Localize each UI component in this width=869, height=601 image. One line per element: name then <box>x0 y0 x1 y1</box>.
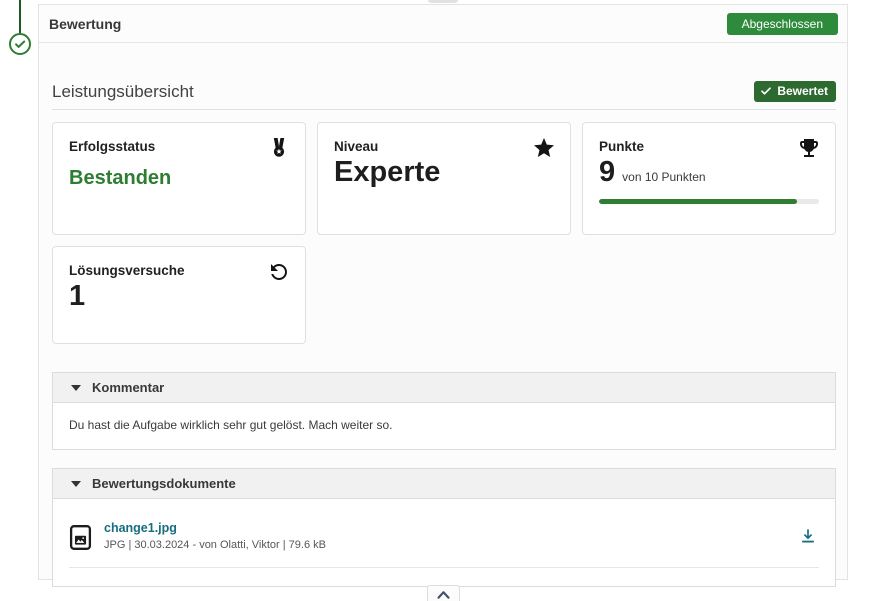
comment-text: Du hast die Aufgabe wirklich sehr gut ge… <box>53 403 835 449</box>
section-head: Leistungsübersicht Bewertet <box>52 81 836 110</box>
rated-badge-label: Bewertet <box>777 84 828 98</box>
points-progress-fill <box>599 199 797 204</box>
card-label: Lösungsversuche <box>69 263 289 278</box>
star-icon <box>532 136 556 160</box>
status-badge: Abgeschlossen <box>727 13 838 35</box>
comment-expansion-header[interactable]: Kommentar <box>52 372 836 403</box>
check-icon <box>760 85 772 97</box>
section-title: Leistungsübersicht <box>52 82 194 102</box>
chevron-up-icon <box>437 590 450 599</box>
trophy-icon <box>797 136 821 160</box>
documents-expansion: Bewertungsdokumente <box>52 468 836 587</box>
scroll-button-partial[interactable] <box>428 0 458 3</box>
attempts-value: 1 <box>69 280 289 313</box>
scroll-top-button[interactable] <box>427 585 460 601</box>
medal-icon <box>267 136 291 160</box>
card-erfolgsstatus: Erfolgsstatus Bestanden <box>52 122 306 235</box>
points-value: 9 <box>599 156 615 189</box>
bewertung-panel: Bewertung Abgeschlossen Leistungsübersic… <box>38 4 848 580</box>
documents-title: Bewertungsdokumente <box>92 476 236 491</box>
card-label: Erfolgsstatus <box>69 139 289 154</box>
card-loesungsversuche: Lösungsversuche 1 <box>52 246 306 344</box>
retry-icon <box>267 260 291 284</box>
rated-badge: Bewertet <box>754 81 836 102</box>
card-label: Niveau <box>334 139 554 154</box>
points-suffix: von 10 Punkten <box>622 170 705 184</box>
panel-title: Bewertung <box>49 16 121 32</box>
file-link[interactable]: change1.jpg <box>104 521 326 535</box>
timeline-connector <box>19 0 21 33</box>
erfolgsstatus-value: Bestanden <box>69 167 289 190</box>
card-punkte: Punkte 9 von 10 Punkten <box>582 122 836 235</box>
caret-down-icon <box>71 385 81 391</box>
card-label: Punkte <box>599 139 819 154</box>
download-icon[interactable] <box>797 526 819 548</box>
file-row: change1.jpg JPG | 30.03.2024 - von Olatt… <box>69 509 819 567</box>
step-check-icon[interactable] <box>8 32 32 56</box>
file-meta: JPG | 30.03.2024 - von Olatti, Viktor | … <box>104 539 326 551</box>
comment-title: Kommentar <box>92 380 164 395</box>
caret-down-icon <box>71 481 81 487</box>
points-progress-track <box>599 199 819 204</box>
niveau-value: Experte <box>334 156 554 189</box>
image-file-icon <box>69 524 92 551</box>
panel-header: Bewertung Abgeschlossen <box>39 5 847 43</box>
documents-expansion-header[interactable]: Bewertungsdokumente <box>52 468 836 499</box>
card-niveau: Niveau Experte <box>317 122 571 235</box>
comment-expansion: Kommentar Du hast die Aufgabe wirklich s… <box>52 372 836 450</box>
